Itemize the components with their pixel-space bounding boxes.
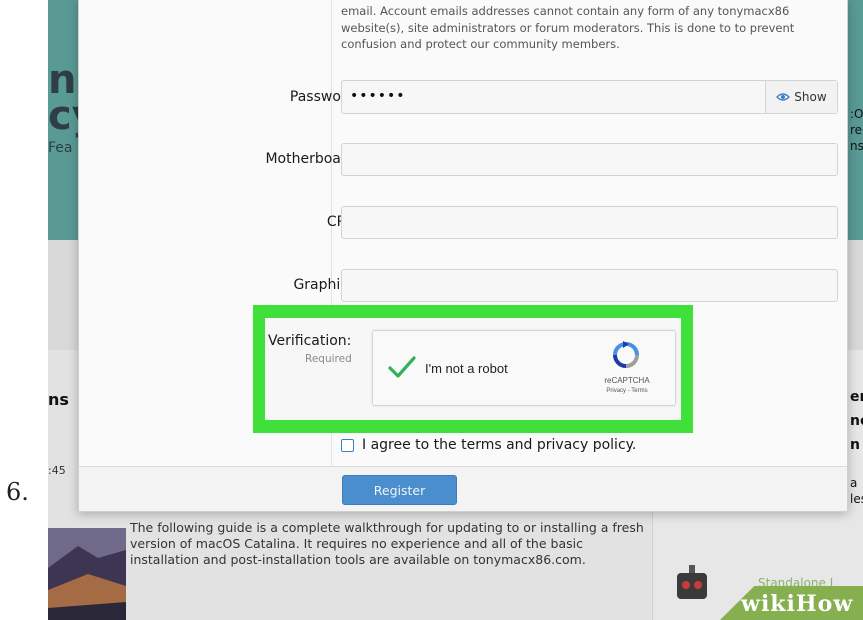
email-notice-text: email. Account emails addresses cannot c… bbox=[341, 4, 795, 51]
checkmark-icon[interactable] bbox=[387, 355, 417, 381]
background-right-text: n i bbox=[850, 437, 863, 453]
password-value: •••••• bbox=[350, 88, 406, 104]
background-right-text: re bbox=[850, 123, 863, 137]
robot-mascot-icon bbox=[677, 565, 707, 599]
graphics-field[interactable] bbox=[341, 269, 838, 302]
not-robot-label: I'm not a robot bbox=[425, 361, 508, 376]
background-right-text: :O bbox=[850, 107, 863, 121]
recaptcha-logo-icon bbox=[613, 341, 639, 368]
agree-terms-checkbox[interactable] bbox=[341, 438, 354, 452]
verification-label: Verification: bbox=[268, 333, 352, 349]
background-guide-text: The following guide is a complete walkth… bbox=[130, 520, 644, 567]
show-password-label: Show bbox=[794, 90, 827, 104]
background-right-text: era bbox=[850, 389, 863, 405]
step-number: 6. bbox=[6, 478, 29, 506]
wikihow-watermark: wikiHow bbox=[741, 591, 854, 617]
background-left-heading: ns bbox=[48, 390, 69, 409]
background-right-text: a bbox=[850, 476, 858, 490]
eye-icon bbox=[776, 93, 791, 101]
background-hero-subtitle: Fea bbox=[48, 140, 73, 156]
recaptcha-brand: reCAPTCHA bbox=[604, 376, 650, 385]
password-field[interactable]: •••••• Show bbox=[341, 80, 838, 114]
agree-terms-label: I agree to the terms and privacy policy. bbox=[362, 437, 637, 453]
registration-dialog: email. Account emails addresses cannot c… bbox=[78, 0, 848, 512]
show-password-button[interactable]: Show bbox=[765, 81, 837, 113]
recaptcha-privacy-terms[interactable]: Privacy - Terms bbox=[595, 388, 659, 394]
register-button[interactable]: Register bbox=[342, 475, 457, 505]
background-right-text: nst bbox=[850, 139, 863, 153]
background-right-text: ne bbox=[850, 413, 863, 429]
screenshot-frame: ncy Fea ns :45 :O re nst era ne n i a le… bbox=[48, 0, 863, 620]
mountain-image-icon bbox=[48, 528, 126, 620]
cpu-field[interactable] bbox=[341, 206, 838, 239]
recaptcha-widget[interactable]: I'm not a robot reCAPTCHA Privacy - Term… bbox=[372, 330, 676, 406]
verification-required-note: Required bbox=[305, 353, 352, 365]
background-right-text: les bbox=[850, 492, 863, 506]
agree-terms-row[interactable]: I agree to the terms and privacy policy. bbox=[341, 437, 636, 453]
dialog-footer bbox=[79, 466, 847, 511]
motherboard-field[interactable] bbox=[341, 143, 838, 176]
background-left-time: :45 bbox=[48, 464, 66, 477]
